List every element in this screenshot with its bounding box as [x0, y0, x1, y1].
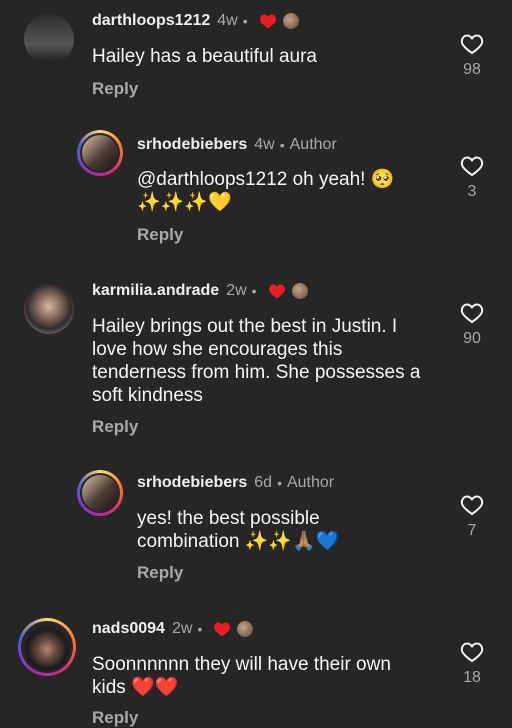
reply-button[interactable]: Reply	[92, 79, 138, 99]
reply-button[interactable]: Reply	[137, 563, 183, 583]
avatar[interactable]	[77, 130, 123, 176]
comment-text-line-2: ✨✨✨💛	[137, 192, 232, 213]
like-count: 7	[467, 522, 477, 539]
creator-avatar	[291, 283, 308, 299]
comment-text: Soonnnnnn they will have their own kids …	[92, 654, 391, 698]
timestamp: 6d	[254, 474, 273, 491]
red-heart-icon	[214, 622, 231, 637]
reply-button[interactable]: Reply	[137, 225, 183, 245]
comment-text: yes! the best possible combination ✨✨🙏🏽💙	[137, 508, 340, 552]
like-button[interactable]: 98	[452, 33, 492, 79]
comment-text: Hailey brings out the best in Justin. I …	[92, 316, 421, 406]
creator-avatar	[282, 13, 299, 29]
avatar[interactable]	[77, 470, 123, 516]
separator-dot: •	[279, 137, 285, 153]
red-heart-icon	[259, 14, 276, 29]
username[interactable]: srhodebiebers	[137, 474, 247, 492]
separator-dot: •	[242, 13, 248, 29]
comment-meta: karmilia.andrade 2w •	[92, 282, 308, 300]
separator-dot: •	[251, 283, 257, 299]
separator-dot: •	[197, 621, 203, 637]
avatar[interactable]	[18, 618, 76, 676]
comment-item: karmilia.andrade 2w • Hailey brings out …	[0, 270, 512, 460]
comment-meta: nads0094 2w •	[92, 620, 254, 638]
red-heart-icon	[268, 284, 285, 299]
like-button[interactable]: 3	[452, 155, 492, 201]
username[interactable]: darthloops1212	[92, 12, 210, 30]
comment-meta: darthloops1212 4w •	[92, 12, 299, 30]
like-count: 18	[463, 669, 481, 686]
heart-outline-icon	[460, 34, 484, 55]
comment-item: darthloops1212 4w • Hailey has a beautif…	[0, 0, 512, 120]
author-badge: Author	[289, 136, 337, 153]
comment-meta: srhodebiebers 4w • Author	[137, 136, 337, 154]
creator-avatar	[237, 621, 254, 637]
like-count: 98	[463, 61, 481, 78]
like-button[interactable]: 18	[452, 641, 492, 687]
heart-outline-icon	[460, 303, 484, 324]
comment-item: srhodebiebers 6d • Author yes! the best …	[0, 460, 512, 600]
heart-outline-icon	[460, 495, 484, 516]
timestamp: 2w	[171, 620, 193, 637]
comment-item: srhodebiebers 4w • Author @darthloops121…	[0, 120, 512, 260]
username[interactable]: srhodebiebers	[137, 136, 247, 154]
username[interactable]: nads0094	[92, 620, 165, 638]
heart-outline-icon	[460, 156, 484, 177]
timestamp: 4w	[254, 136, 275, 153]
comment-item: nads0094 2w • Soonnnnnn they will have t…	[0, 608, 512, 728]
comment-text: @darthloops1212 oh yeah! 🥺 ✨✨✨💛	[137, 168, 427, 214]
comment-meta: srhodebiebers 6d • Author	[137, 474, 334, 492]
like-button[interactable]: 90	[452, 302, 492, 348]
like-button[interactable]: 7	[452, 494, 492, 540]
reply-button[interactable]: Reply	[92, 417, 138, 437]
avatar[interactable]	[24, 14, 74, 64]
like-count: 3	[467, 183, 477, 200]
heart-outline-icon	[460, 642, 484, 663]
timestamp: 2w	[226, 282, 247, 299]
author-badge: Author	[286, 474, 335, 491]
reply-button[interactable]: Reply	[92, 708, 138, 728]
timestamp: 4w	[217, 12, 238, 29]
comment-text: Hailey has a beautiful aura	[92, 46, 317, 67]
separator-dot: •	[277, 475, 282, 491]
username[interactable]: karmilia.andrade	[92, 282, 219, 300]
avatar[interactable]	[24, 284, 74, 334]
comment-text-line-1: @darthloops1212 oh yeah! 🥺	[137, 169, 395, 190]
like-count: 90	[463, 330, 481, 347]
